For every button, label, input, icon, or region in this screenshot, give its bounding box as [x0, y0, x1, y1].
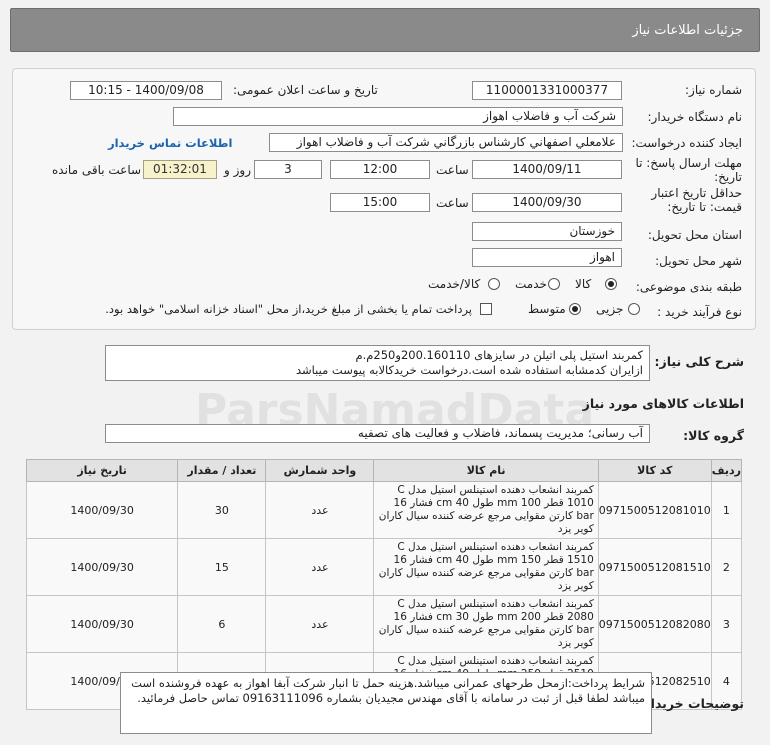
cell-qty: 6 — [177, 595, 267, 653]
cell-code: 0971500512081510 — [597, 538, 712, 596]
category-service-radio[interactable] — [548, 278, 560, 290]
general-desc-line-1: کمربند استیل پلی اتیلن در سایزهای 200.16… — [355, 348, 643, 362]
buyer-notes-label: توضیحات خریدار: — [638, 696, 744, 711]
col-header-code: کد کالا — [597, 459, 712, 482]
treasury-payment-note: پرداخت تمام یا بخشی از مبلغ خرید،از محل … — [105, 302, 472, 316]
province-label: استان محل تحویل: — [647, 228, 742, 242]
col-header-row-num: ردیف — [710, 459, 743, 482]
buyer-notes-box: شرایط پرداخت:ازمحل طرحهای عمرانی میباشد.… — [120, 672, 652, 734]
category-goods-service-radio[interactable] — [488, 278, 500, 290]
buyer-contact-link[interactable]: اطلاعات تماس خریدار — [108, 136, 232, 150]
cell-qty: 15 — [177, 538, 267, 596]
cell-name: کمربند انشعاب دهنده استینلس استیل مدل C … — [373, 595, 599, 653]
buyer-org-label: نام دستگاه خریدار: — [647, 110, 743, 124]
deadline-label-date: تاریخ: — [714, 170, 742, 184]
deadline-time-field: 12:00 — [330, 160, 430, 179]
process-medium-label: متوسط — [528, 302, 566, 316]
days-field: 3 — [254, 160, 322, 179]
process-partial-label: جزیی — [596, 302, 624, 316]
cell-unit: عدد — [265, 538, 375, 596]
province-field: خوزستان — [472, 222, 622, 241]
table-row: 3 0971500512082080 کمربند انشعاب دهنده ا… — [25, 595, 743, 653]
need-number-field: 1100001331000377 — [472, 81, 622, 100]
remaining-timer: 01:32:01 — [143, 160, 217, 179]
deadline-time-label: ساعت — [436, 163, 469, 177]
goods-info-title: اطلاعات کالاهای مورد نیاز — [582, 396, 744, 411]
requester-label: ایجاد کننده درخواست: — [631, 136, 742, 150]
cell-date: 1400/09/30 — [25, 481, 179, 539]
cell-date: 1400/09/30 — [25, 595, 179, 653]
general-desc-box: کمربند استیل پلی اتیلن در سایزهای 200.16… — [105, 345, 650, 381]
cell-unit: عدد — [265, 481, 375, 539]
requester-field: علامعلي اصفهاني كارشناس بازرگاني شركت آب… — [269, 133, 623, 152]
cell-name: کمربند انشعاب دهنده استینلس استیل مدل C … — [373, 538, 599, 596]
general-desc-label: شرح کلی نیاز: — [654, 354, 744, 369]
validity-label: حداقل تاریخ اعتبار — [651, 186, 742, 200]
category-goods-service-label: کالا/خدمت — [428, 277, 481, 291]
city-field: اهواز — [472, 248, 622, 267]
deadline-date-field: 1400/09/11 — [472, 160, 622, 179]
page-title: جزئیات اطلاعات نیاز — [632, 23, 743, 38]
deadline-label: مهلت ارسال پاسخ: تا — [635, 156, 742, 170]
validity-label-date: قیمت: تا تاریخ: — [667, 200, 742, 214]
category-goods-label: کالا — [575, 277, 592, 291]
col-header-unit: واحد شمارش — [265, 459, 375, 482]
cell-code: 0971500512081010 — [597, 481, 712, 539]
days-label: روز و — [224, 163, 251, 177]
announce-label: تاریخ و ساعت اعلان عمومی: — [233, 83, 378, 97]
goods-group-field: آب رسانی؛ مدیریت پسماند، فاضلاب و فعالیت… — [105, 424, 650, 443]
category-service-label: خدمت — [515, 277, 547, 291]
col-header-qty: تعداد / مقدار — [177, 459, 267, 482]
buyer-org-field: شرکت آب و فاضلاب اهواز — [173, 107, 623, 126]
table-header-row: ردیف کد کالا نام کالا واحد شمارش تعداد /… — [25, 459, 743, 482]
goods-group-label: گروه کالا: — [683, 428, 744, 443]
category-label: طبقه بندی موضوعی: — [635, 280, 742, 294]
remaining-label: ساعت باقی مانده — [52, 163, 142, 177]
page-header: جزئیات اطلاعات نیاز — [10, 8, 760, 52]
cell-unit: عدد — [265, 595, 375, 653]
validity-time-field: 15:00 — [330, 193, 430, 212]
cell-qty: 30 — [177, 481, 267, 539]
process-medium-radio[interactable] — [569, 303, 581, 315]
validity-time-label: ساعت — [436, 196, 469, 210]
cell-row-num: 2 — [710, 538, 743, 596]
cell-row-num: 1 — [710, 481, 743, 539]
category-goods-radio[interactable] — [605, 278, 617, 290]
table-row: 1 0971500512081010 کمربند انشعاب دهنده ا… — [25, 481, 743, 539]
general-desc-line-2: ازایران کدمشابه استفاده شده است.درخواست … — [295, 363, 643, 377]
city-label: شهر محل تحویل: — [655, 254, 742, 268]
cell-row-num: 3 — [710, 595, 743, 653]
cell-code: 0971500512082080 — [597, 595, 712, 653]
process-partial-radio[interactable] — [628, 303, 640, 315]
cell-date: 1400/09/30 — [25, 538, 179, 596]
cell-name: کمربند انشعاب دهنده استینلس استیل مدل C … — [373, 481, 599, 539]
need-number-label: شماره نیاز: — [685, 83, 742, 97]
announce-field: 1400/09/08 - 10:15 — [70, 81, 222, 100]
treasury-payment-checkbox[interactable] — [480, 303, 492, 315]
table-row: 2 0971500512081510 کمربند انشعاب دهنده ا… — [25, 538, 743, 596]
validity-date-field: 1400/09/30 — [472, 193, 622, 212]
col-header-name: نام کالا — [373, 459, 599, 482]
process-label: نوع فرآیند خرید : — [657, 305, 742, 319]
col-header-date: تاریخ نیاز — [25, 459, 179, 482]
